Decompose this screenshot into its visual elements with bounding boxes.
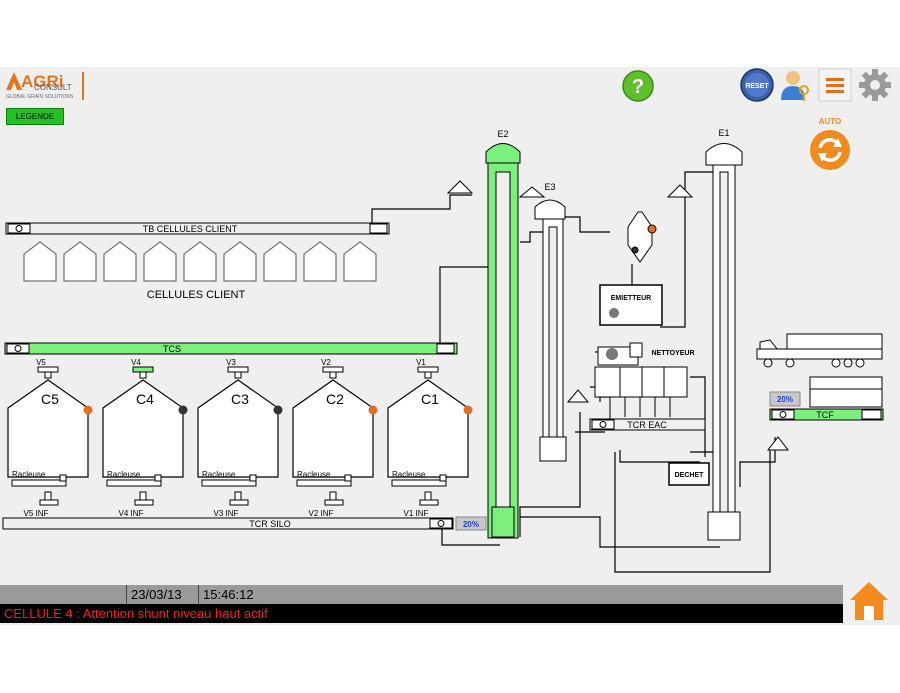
tcf-percent: 20% (777, 395, 793, 404)
home-icon[interactable] (846, 578, 892, 624)
silo-name: C3 (231, 391, 249, 407)
emietteur-label: EMIETTEUR (611, 295, 651, 302)
valve-label: V4 (131, 358, 141, 367)
cellules-client-label: CELLULES CLIENT (147, 289, 246, 301)
status-date: 23/03/13 (126, 585, 198, 604)
e2-label: E2 (497, 129, 508, 139)
e3-label: E3 (544, 182, 555, 192)
tcr-silo-label: TCR SILO (249, 519, 291, 529)
silo-status-indicator (273, 405, 283, 415)
tcf-label: TCF (816, 410, 834, 420)
process-diagram: TB CELLULES CLIENT CELLULES CLIENT TCS T… (2, 128, 884, 573)
tcr-eac-label: TCR EAC (627, 420, 667, 430)
e1-label: E1 (718, 128, 729, 138)
tcr-silo-percent: 20% (463, 520, 479, 529)
scraper-label: Racleuse (107, 470, 141, 479)
tcs-label: TCS (163, 344, 181, 354)
alarm-message: CELLULE 4 : Attention shunt niveau haut … (0, 604, 843, 623)
valve-label: V1 (416, 358, 426, 367)
silo-name: C4 (136, 391, 154, 407)
valve-inf-label: V2 INF (309, 509, 334, 518)
scraper-label: Racleuse (12, 470, 46, 479)
scraper-label: Racleuse (297, 470, 331, 479)
valve-label: V2 (321, 358, 331, 367)
silo-name: C2 (326, 391, 344, 407)
nettoyeur-label: NETTOYEUR (651, 350, 694, 357)
silo-name: C5 (41, 391, 59, 407)
silo-name: C1 (421, 391, 439, 407)
scraper-label: Racleuse (392, 470, 426, 479)
status-time: 15:46:12 (198, 585, 280, 604)
dechet-label: DECHET (675, 472, 705, 479)
truck-icon (756, 333, 883, 368)
client-silos (23, 241, 377, 282)
silo-status-indicator (368, 405, 378, 415)
silo-status-indicator (83, 405, 93, 415)
valve-inf-label: V5 INF (24, 509, 49, 518)
valve-inf-label: V4 INF (119, 509, 144, 518)
valve-label: V5 (36, 358, 46, 367)
silo-status-indicator (178, 405, 188, 415)
valve-inf-label: V3 INF (214, 509, 239, 518)
scraper-label: Racleuse (202, 470, 236, 479)
tb-cellules-client-label: TB CELLULES CLIENT (143, 224, 238, 234)
valve-label: V3 (226, 358, 236, 367)
valve-inf-label: V1 INF (404, 509, 429, 518)
silo-status-indicator (463, 405, 473, 415)
